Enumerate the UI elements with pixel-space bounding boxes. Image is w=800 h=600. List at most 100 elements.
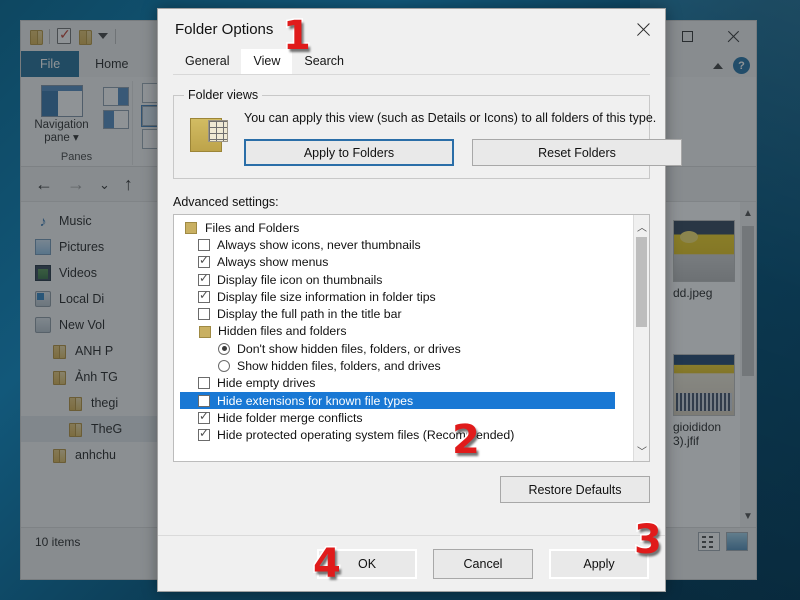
tab-general[interactable]: General — [173, 49, 241, 74]
file-item[interactable]: dd.jpeg — [673, 220, 735, 300]
sidebar-item-label: Music — [59, 214, 92, 228]
back-button[interactable]: ← — [35, 175, 53, 193]
list-item[interactable]: Don't show hidden files, folders, or dri… — [180, 340, 633, 357]
customize-caret-icon[interactable] — [98, 33, 108, 39]
details-pane-icon[interactable] — [102, 110, 129, 129]
list-item-label: Hide folder merge conflicts — [217, 410, 363, 425]
list-scrollbar[interactable]: ︿ ﹀ — [633, 215, 649, 461]
chevron-down-icon[interactable]: ﹀ — [634, 441, 649, 459]
properties-icon[interactable] — [57, 26, 71, 44]
checkbox[interactable] — [198, 271, 210, 286]
list-item[interactable]: Hide empty drives — [180, 375, 633, 392]
dialog-close-button[interactable] — [621, 9, 665, 49]
checkbox[interactable] — [198, 426, 210, 442]
radio-button[interactable] — [218, 360, 230, 373]
checkbox[interactable] — [198, 409, 210, 424]
annotation-number-2: 2 — [451, 417, 482, 463]
sidebar-item-anh-tg[interactable]: Ảnh TG — [21, 364, 173, 390]
pane-toggle-buttons[interactable] — [102, 81, 129, 145]
sidebar-item-new-volume[interactable]: New Vol — [21, 312, 173, 338]
navigation-pane-button[interactable]: Navigation pane ▾ — [25, 81, 99, 145]
scrollbar-thumb[interactable] — [636, 237, 647, 327]
list-item[interactable]: Hide protected operating system files (R… — [180, 426, 633, 444]
cancel-button[interactable]: Cancel — [433, 548, 533, 579]
close-button[interactable] — [710, 21, 756, 51]
sidebar-item-anh-p[interactable]: ANH P — [21, 338, 173, 364]
restore-defaults-row: Restore Defaults — [173, 476, 650, 503]
dialog-title-bar: Folder Options — [158, 9, 665, 49]
list-item[interactable]: Hidden files and folders — [180, 323, 633, 340]
checkbox[interactable] — [198, 377, 210, 390]
navigation-pane[interactable]: ♪ Music Pictures Videos Local Di New Vol … — [21, 202, 173, 527]
tab-home[interactable]: Home — [79, 51, 144, 77]
list-item[interactable]: Display file icon on thumbnails — [180, 271, 633, 288]
radio-button[interactable] — [218, 342, 230, 355]
sidebar-item-anhchu[interactable]: anhchu — [21, 442, 173, 468]
list-item-label: Hide empty drives — [217, 376, 316, 391]
list-item[interactable]: Hide folder merge conflicts — [180, 409, 633, 426]
maximize-button[interactable] — [664, 21, 710, 51]
sidebar-item-thegi[interactable]: thegi — [21, 390, 173, 416]
reset-folders-button[interactable]: Reset Folders — [472, 139, 682, 166]
scrollbar-thumb[interactable] — [742, 226, 754, 376]
forward-button[interactable]: → — [67, 175, 85, 193]
view-mode-buttons[interactable] — [698, 532, 748, 551]
dropdown-caret-icon[interactable]: ▾ — [73, 132, 79, 144]
apply-to-folders-button[interactable]: Apply to Folders — [244, 139, 454, 166]
checkbox[interactable] — [198, 288, 210, 303]
folder-icon — [51, 343, 67, 359]
quick-access-toolbar[interactable] — [29, 26, 116, 45]
videos-icon — [35, 265, 51, 281]
list-item[interactable]: Files and Folders — [180, 219, 633, 236]
toolbar-divider — [115, 28, 116, 44]
chevron-up-icon[interactable] — [713, 62, 723, 69]
checkbox[interactable] — [198, 308, 210, 321]
dialog-tabs[interactable]: General View Search — [158, 49, 665, 74]
list-item[interactable]: Always show menus — [180, 253, 633, 271]
restore-defaults-button[interactable]: Restore Defaults — [500, 476, 650, 503]
ribbon-right-controls[interactable]: ? — [713, 57, 750, 74]
file-name-label-2: 3).jfif — [673, 434, 700, 448]
sidebar-item-label: TheG — [91, 422, 123, 436]
up-button[interactable]: ↑ — [124, 175, 133, 193]
details-view-icon[interactable] — [698, 532, 720, 551]
hide-extensions-row[interactable]: Hide extensions for known file types — [180, 391, 615, 410]
file-thumbnail — [673, 354, 735, 416]
window-buttons[interactable] — [664, 21, 756, 51]
checkbox[interactable] — [198, 238, 210, 251]
checkbox[interactable] — [198, 253, 210, 269]
sidebar-item-theg[interactable]: TheG — [21, 416, 173, 442]
scroll-down-icon[interactable]: ▼ — [740, 507, 756, 525]
sidebar-item-videos[interactable]: Videos — [21, 260, 173, 286]
folder-icon — [198, 325, 211, 338]
list-item[interactable]: Always show icons, never thumbnails — [180, 236, 633, 253]
list-item-label: Display file icon on thumbnails — [217, 272, 383, 287]
folder-icon[interactable] — [29, 29, 43, 45]
new-folder-icon[interactable] — [78, 29, 92, 45]
preview-pane-icon[interactable] — [102, 87, 129, 106]
help-button[interactable]: ? — [733, 57, 750, 74]
list-item[interactable]: Show hidden files, folders, and drives — [180, 357, 633, 374]
tab-file[interactable]: File — [21, 51, 80, 77]
scroll-up-icon[interactable]: ▲ — [740, 204, 756, 222]
large-icons-view-icon[interactable] — [726, 532, 748, 551]
list-item-label: Files and Folders — [205, 220, 300, 235]
list-item-label: Display the full path in the title bar — [217, 307, 402, 322]
sidebar-item-local-disk[interactable]: Local Di — [21, 286, 173, 312]
maximize-icon — [681, 30, 693, 42]
navigation-pane-label-line2: pane — [44, 132, 70, 144]
recent-locations-button[interactable]: ⌄ — [99, 178, 110, 191]
dialog-page-view: Folder views You can apply this view (su… — [173, 74, 682, 548]
file-item[interactable]: gioididon 3).jfif — [673, 354, 735, 448]
folder-options-dialog[interactable]: Folder Options General View Search Folde… — [157, 8, 682, 592]
list-item[interactable]: Display file size information in folder … — [180, 288, 633, 305]
advanced-settings-list[interactable]: Files and Folders Always show icons, nev… — [173, 214, 650, 462]
sidebar-item-pictures[interactable]: Pictures — [21, 234, 173, 260]
list-item[interactable]: Display the full path in the title bar — [180, 305, 633, 322]
chevron-up-icon[interactable]: ︿ — [634, 217, 649, 235]
sidebar-item-music[interactable]: ♪ Music — [21, 208, 173, 234]
list-item-label: Display file size information in folder … — [217, 289, 436, 304]
checkbox-hide-extensions[interactable] — [198, 394, 210, 407]
folder-views-group: Folder views You can apply this view (su… — [173, 88, 682, 179]
file-list-scrollbar[interactable]: ▲ ▼ — [740, 202, 756, 527]
